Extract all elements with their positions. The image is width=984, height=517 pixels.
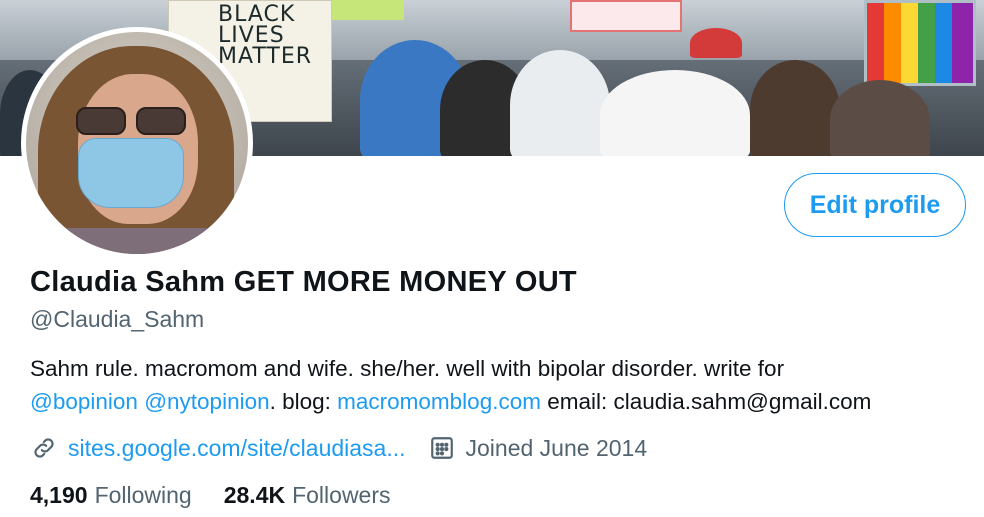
followers-count: 28.4K [223, 482, 286, 508]
followers-label: Followers [292, 482, 391, 508]
banner-person [830, 80, 930, 156]
banner-rainbow-sign [864, 0, 976, 86]
follow-stats: 4,190 Following 28.4K Followers [30, 482, 423, 509]
joined-date: Joined June 2014 [465, 434, 648, 461]
following-stat[interactable]: 4,190 Following [30, 482, 192, 509]
banner-sign-text: BLACK LIVES MATTER [218, 2, 312, 69]
banner-person [510, 50, 610, 156]
avatar-photo [26, 32, 248, 254]
banner-person [600, 70, 750, 156]
bio-mention-bopinion[interactable]: @bopinion [30, 389, 138, 414]
profile-meta: sites.google.com/site/claudiasa... Joine… [30, 432, 647, 464]
user-handle: @Claudia_Sahm [30, 306, 205, 332]
bio-blog-label: . blog: [269, 389, 338, 414]
sunglasses-lens-right [136, 107, 186, 135]
following-label: Following [94, 482, 192, 508]
banner-red-sign [570, 0, 682, 32]
banner-green-sign [332, 0, 404, 20]
banner-red-cap [690, 28, 742, 58]
profile-avatar[interactable] [21, 27, 253, 259]
avatar-face-mask [78, 138, 184, 208]
bio-blog-link[interactable]: macromomblog.com [337, 389, 541, 414]
profile-bio: Sahm rule. macromom and wife. she/her. w… [30, 352, 970, 418]
bio-email-text: email: claudia.sahm@gmail.com [540, 389, 872, 414]
banner-person [750, 60, 840, 156]
avatar-shirt [46, 228, 226, 254]
following-count: 4,190 [30, 482, 88, 508]
link-icon [30, 434, 58, 462]
calendar-icon [428, 434, 456, 462]
display-name: Claudia Sahm GET MORE MONEY OUT [30, 266, 577, 298]
followers-stat[interactable]: 28.4K Followers [224, 482, 391, 509]
edit-profile-button[interactable]: Edit profile [784, 173, 966, 237]
website-link[interactable]: sites.google.com/site/claudiasa... [68, 435, 406, 462]
sunglasses-lens-left [76, 107, 126, 135]
bio-mention-nytopinion[interactable]: @nytopinion [144, 389, 269, 414]
bio-text-line1: Sahm rule. macromom and wife. she/her. w… [30, 356, 785, 381]
avatar-sunglasses [76, 107, 188, 135]
